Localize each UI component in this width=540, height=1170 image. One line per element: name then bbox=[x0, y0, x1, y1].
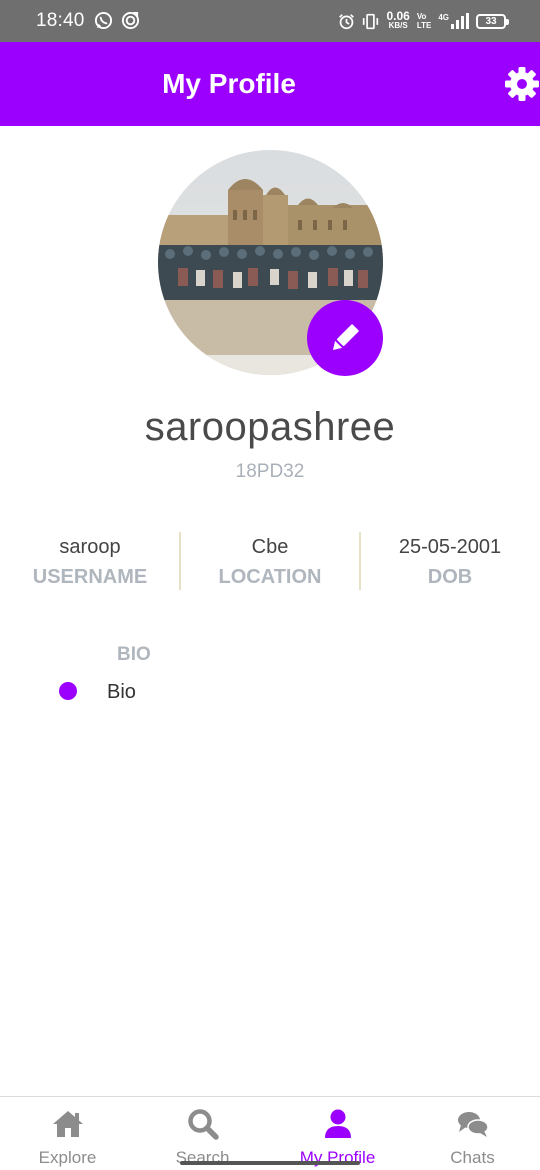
info-location: Cbe LOCATION bbox=[180, 532, 360, 592]
status-time: 18:40 bbox=[36, 10, 85, 31]
profile-info-row: saroop USERNAME Cbe LOCATION 25-05-2001 … bbox=[0, 532, 540, 592]
nav-chats-label: Chats bbox=[450, 1148, 495, 1167]
bio-bullet-icon bbox=[59, 682, 77, 700]
bottom-nav: Explore Search My Profile Chats bbox=[0, 1096, 540, 1170]
signal-icon: 4G bbox=[438, 13, 469, 29]
username-label: USERNAME bbox=[32, 566, 148, 588]
battery-icon: 33 bbox=[476, 13, 509, 29]
bio-heading: BIO bbox=[117, 644, 151, 665]
page-title: My Profile bbox=[162, 68, 296, 99]
pencil-icon bbox=[332, 324, 359, 351]
profile-name: saroopashree bbox=[144, 405, 396, 449]
app-bar: My Profile bbox=[0, 42, 540, 126]
nav-my-profile-label: My Profile bbox=[299, 1148, 376, 1167]
location-label: LOCATION bbox=[218, 566, 322, 588]
vibrate-icon bbox=[363, 13, 379, 29]
nav-search-label: Search bbox=[175, 1148, 230, 1167]
info-dob: 25-05-2001 DOB bbox=[360, 532, 540, 592]
profile-id: 18PD32 bbox=[235, 461, 305, 482]
dob-value: 25-05-2001 bbox=[398, 536, 502, 558]
status-bar: 18:40 0.06 KB/S Vo LTE 4G 33 bbox=[0, 0, 540, 42]
home-indicator bbox=[180, 1161, 360, 1165]
nav-search[interactable]: Search bbox=[135, 1097, 270, 1170]
whatsapp-icon bbox=[94, 11, 113, 30]
location-value: Cbe bbox=[251, 536, 289, 558]
chat-icon bbox=[457, 1112, 489, 1137]
bio-text: Bio bbox=[107, 681, 136, 703]
username-value: saroop bbox=[59, 536, 121, 558]
network-speed: 0.06 KB/S bbox=[386, 9, 410, 30]
alarm-icon bbox=[339, 13, 355, 29]
status-right: 0.06 KB/S Vo LTE 4G 33 bbox=[338, 8, 509, 34]
home-icon bbox=[52, 1111, 83, 1137]
search-icon bbox=[187, 1109, 219, 1140]
info-username: saroop USERNAME bbox=[0, 532, 180, 592]
gear-icon[interactable] bbox=[504, 66, 540, 102]
dob-label: DOB bbox=[427, 566, 473, 588]
notification-icon bbox=[121, 11, 140, 30]
edit-photo-button[interactable] bbox=[307, 300, 383, 376]
nav-my-profile[interactable]: My Profile bbox=[270, 1097, 405, 1170]
nav-chats[interactable]: Chats bbox=[405, 1097, 540, 1170]
volte-badge: Vo LTE bbox=[416, 12, 432, 30]
user-icon bbox=[324, 1109, 351, 1138]
nav-explore-label: Explore bbox=[38, 1148, 97, 1167]
nav-explore[interactable]: Explore bbox=[0, 1097, 135, 1170]
